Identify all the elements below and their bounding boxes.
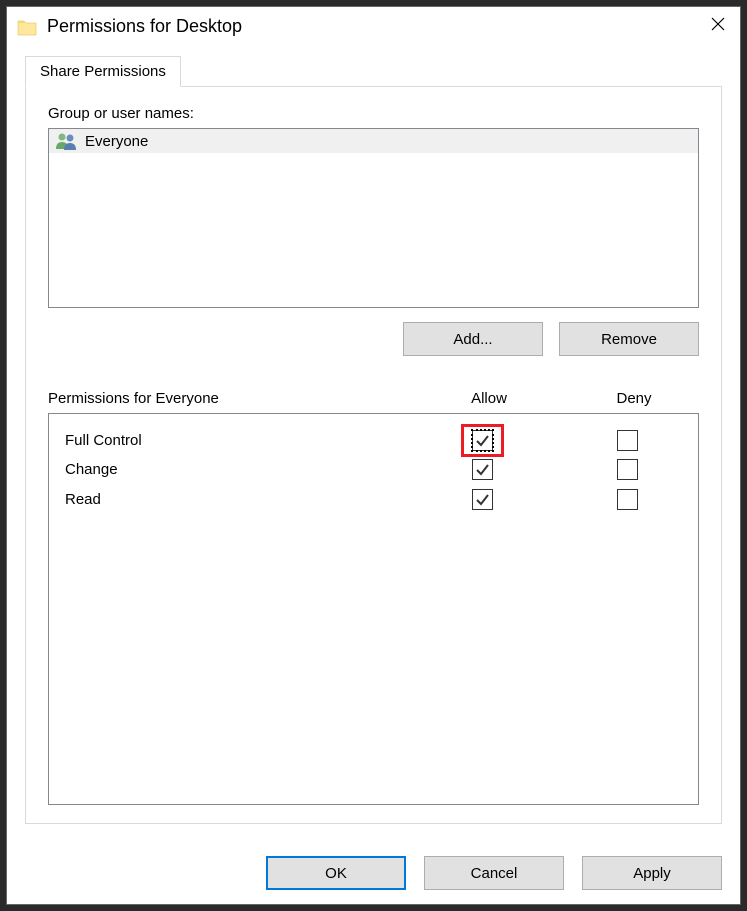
titlebar: Permissions for Desktop — [7, 7, 740, 46]
ok-button[interactable]: OK — [266, 856, 406, 890]
permissions-table: Full Control — [48, 413, 699, 805]
tab-strip: Share Permissions — [25, 56, 722, 86]
close-button[interactable] — [706, 15, 730, 38]
list-item-label: Everyone — [85, 133, 148, 150]
cancel-button[interactable]: Cancel — [424, 856, 564, 890]
folder-icon — [17, 18, 37, 36]
dialog-buttons: OK Cancel Apply — [7, 842, 740, 904]
highlight-box — [461, 424, 504, 457]
permission-name: Read — [55, 491, 402, 508]
group-user-label: Group or user names: — [48, 105, 699, 122]
permission-name: Change — [55, 461, 402, 478]
allow-checkbox-full-control[interactable] — [472, 430, 493, 451]
deny-checkbox-read[interactable] — [617, 489, 638, 510]
group-user-listbox[interactable]: Everyone — [48, 128, 699, 308]
apply-button[interactable]: Apply — [582, 856, 722, 890]
table-row: Change — [55, 454, 692, 484]
user-buttons-row: Add... Remove — [48, 322, 699, 356]
permission-name: Full Control — [55, 432, 402, 449]
tab-panel: Group or user names: Everyone — [25, 86, 722, 824]
deny-column-header: Deny — [569, 390, 699, 407]
dialog-content: Share Permissions Group or user names: — [7, 46, 740, 842]
users-icon — [55, 132, 79, 150]
deny-checkbox-change[interactable] — [617, 459, 638, 480]
table-row: Read — [55, 484, 692, 514]
remove-button[interactable]: Remove — [559, 322, 699, 356]
allow-checkbox-change[interactable] — [472, 459, 493, 480]
tab-container: Share Permissions Group or user names: — [25, 56, 722, 824]
add-button[interactable]: Add... — [403, 322, 543, 356]
allow-checkbox-read[interactable] — [472, 489, 493, 510]
deny-checkbox-full-control[interactable] — [617, 430, 638, 451]
tab-share-permissions[interactable]: Share Permissions — [25, 56, 181, 87]
list-item[interactable]: Everyone — [49, 129, 698, 153]
permissions-dialog: Permissions for Desktop Share Permission… — [6, 6, 741, 905]
table-row: Full Control — [55, 424, 692, 454]
permissions-for-label: Permissions for Everyone — [48, 390, 409, 407]
allow-column-header: Allow — [409, 390, 569, 407]
dialog-title: Permissions for Desktop — [47, 16, 696, 37]
permissions-header: Permissions for Everyone Allow Deny — [48, 390, 699, 407]
